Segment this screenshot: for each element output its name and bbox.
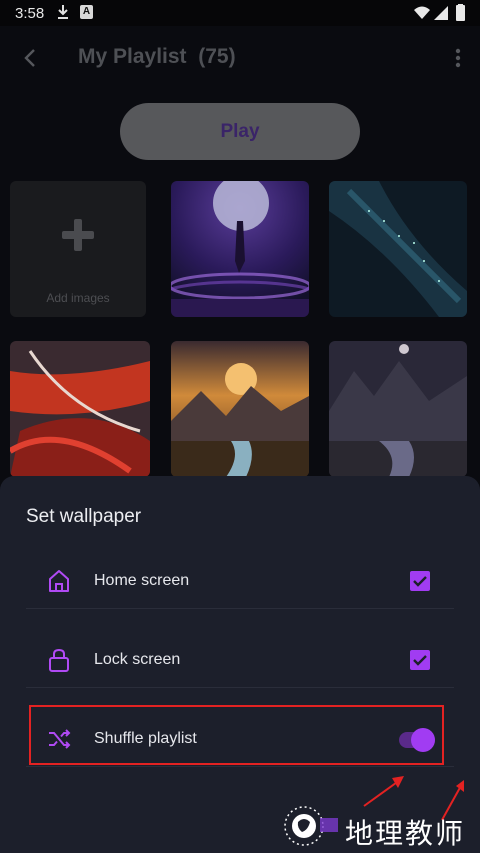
signal-icon	[434, 6, 448, 20]
playlist-name: My Playlist	[78, 45, 187, 68]
status-bar: 3:58 A	[0, 0, 480, 26]
watermark-text: 地理教师	[345, 817, 466, 850]
add-images-label: Add images	[46, 291, 110, 305]
checkmark-icon	[413, 576, 427, 587]
download-icon	[58, 5, 68, 19]
add-images-tile[interactable]: Add images	[10, 181, 146, 317]
playlist-count: (75)	[198, 45, 236, 68]
divider	[26, 766, 454, 767]
wallpaper-thumbnail-moon-figure[interactable]	[171, 181, 309, 317]
battery-icon	[456, 5, 465, 21]
home-screen-label: Home screen	[94, 572, 190, 589]
wallpaper-thumbnail-night-mountains[interactable]	[329, 341, 467, 477]
app-bar: My Playlist (75)	[0, 26, 480, 88]
home-screen-row[interactable]: Home screen	[26, 544, 454, 622]
status-icons	[414, 4, 465, 21]
status-time: 3:58	[15, 5, 45, 22]
lock-screen-row[interactable]: Lock screen	[26, 623, 454, 701]
lock-screen-label: Lock screen	[94, 651, 181, 668]
annotation-highlight-box	[29, 705, 444, 765]
set-wallpaper-sheet: Set wallpaper Home screen Lock screen Sh…	[0, 476, 480, 853]
divider	[26, 608, 454, 609]
more-options-icon[interactable]	[452, 44, 464, 72]
play-button[interactable]: Play	[120, 103, 360, 160]
watermark-logo-icon	[284, 806, 338, 846]
wallpaper-thumbnail-galaxy[interactable]	[329, 181, 467, 317]
lock-screen-checkbox[interactable]	[410, 650, 430, 670]
back-arrow-icon[interactable]	[16, 44, 44, 72]
checkmark-icon	[413, 655, 427, 666]
wifi-icon	[414, 6, 430, 19]
lock-icon	[49, 648, 69, 672]
wallpaper-thumbnail-red-abstract[interactable]	[10, 341, 150, 477]
home-icon	[49, 570, 69, 592]
home-screen-checkbox[interactable]	[410, 571, 430, 591]
divider	[26, 687, 454, 688]
plus-icon	[62, 219, 94, 251]
sheet-title: Set wallpaper	[26, 506, 142, 527]
page-title: My Playlist (75)	[78, 45, 236, 69]
wallpaper-thumbnail-sunset-river[interactable]	[171, 341, 309, 477]
notification-icon: A	[80, 5, 93, 19]
